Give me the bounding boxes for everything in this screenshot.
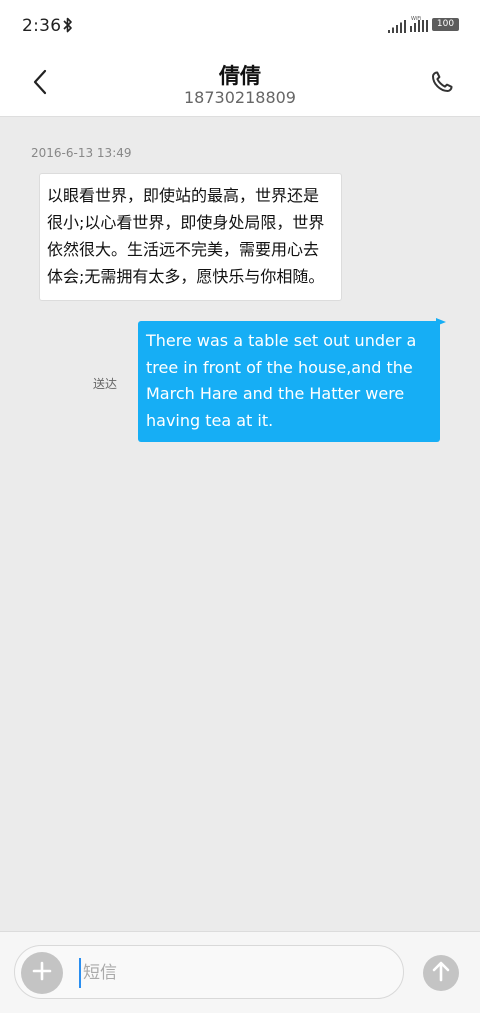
- send-arrow-icon: [431, 960, 451, 986]
- conversation-header: 倩倩 18730218809: [0, 52, 480, 117]
- send-button[interactable]: [423, 955, 459, 991]
- call-button[interactable]: [424, 66, 460, 102]
- message-timestamp: 2016-6-13 13:49: [31, 146, 132, 160]
- add-attachment-button[interactable]: [21, 952, 63, 994]
- signal-icon: [388, 18, 406, 37]
- status-time: 2:36: [22, 16, 62, 36]
- contact-number: 18730218809: [184, 88, 296, 107]
- message-input[interactable]: [79, 958, 379, 988]
- delivery-status: 送达: [93, 377, 118, 391]
- incoming-message-bubble[interactable]: 以眼看世界，即使站的最高，世界还是很小;以心看世界，即使身处局限，世界依然很大。…: [39, 173, 342, 301]
- status-bar: 2:36 WiFi 100: [0, 0, 480, 52]
- wifi-label: WiFi: [411, 16, 422, 22]
- message-list[interactable]: 2016-6-13 13:49 以眼看世界，即使站的最高，世界还是很小;以心看世…: [0, 118, 480, 931]
- message-input-container: [14, 945, 404, 999]
- compose-bar: [0, 931, 480, 1013]
- outgoing-message-bubble[interactable]: There was a table set out under a tree i…: [138, 321, 440, 442]
- contact-name: 倩倩: [219, 64, 261, 88]
- phone-icon: [430, 70, 454, 98]
- battery-icon: 100: [432, 18, 459, 31]
- bluetooth-icon: [63, 16, 73, 38]
- plus-icon: [32, 961, 52, 985]
